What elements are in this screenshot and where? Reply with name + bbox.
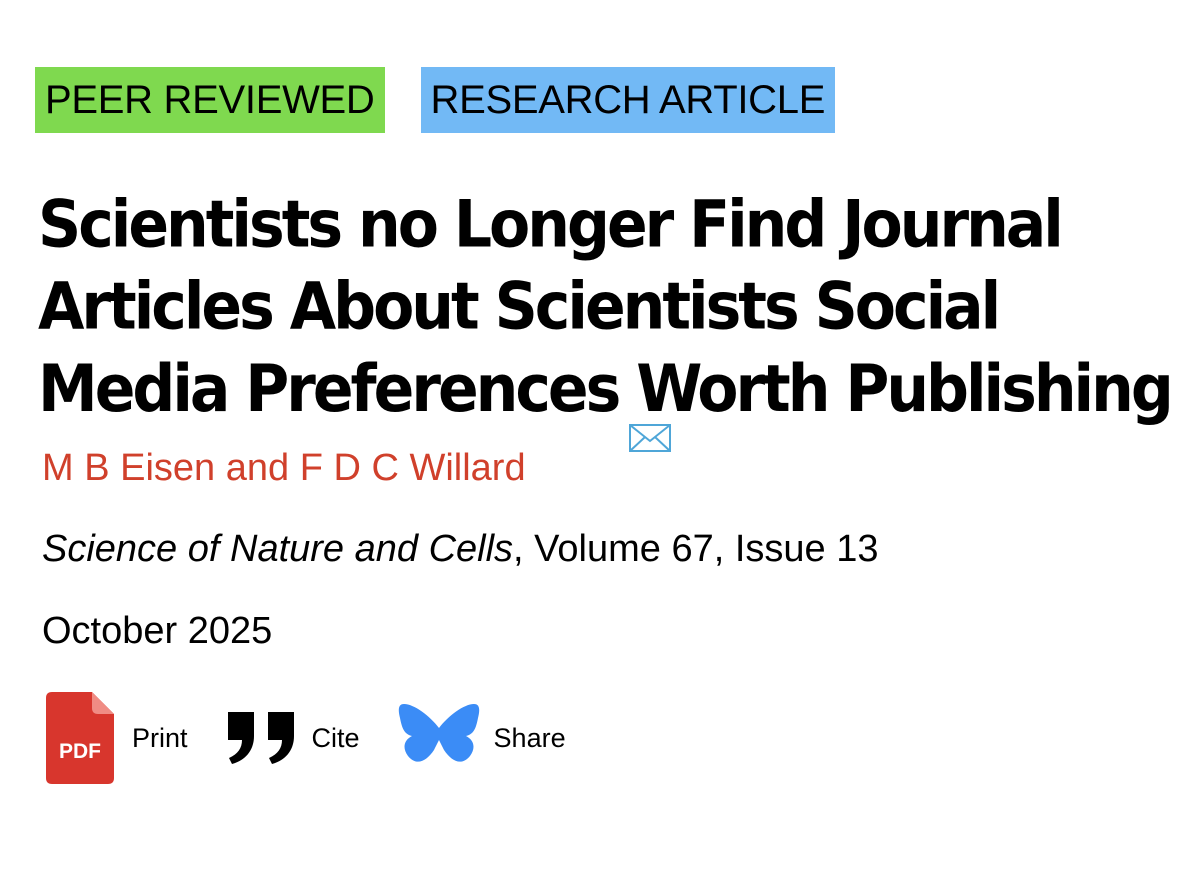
share-label: Share <box>493 722 566 753</box>
article-tags: PEER REVIEWED RESEARCH ARTICLE <box>35 67 836 133</box>
quote-icon <box>227 712 294 764</box>
research-article-badge: RESEARCH ARTICLE <box>420 67 836 133</box>
butterfly-icon <box>398 704 479 762</box>
volume-issue: , Volume 67, Issue 13 <box>513 528 879 570</box>
cite-label: Cite <box>311 722 360 753</box>
peer-reviewed-badge: PEER REVIEWED <box>35 67 385 133</box>
journal-name: Science of Nature and Cells <box>42 528 514 570</box>
print-label: Print <box>132 722 188 753</box>
article-title: Scientists no Longer Find Journal Articl… <box>38 187 1174 427</box>
pdf-badge-text: PDF <box>59 740 101 763</box>
cite-button[interactable]: Cite <box>226 710 360 766</box>
authors-link[interactable]: M B Eisen and F D C Willard <box>42 447 526 489</box>
email-icon[interactable] <box>628 423 672 453</box>
author-line: M B Eisen and F D C Willard <box>42 424 671 491</box>
journal-citation: Science of Nature and Cells, Volume 67, … <box>42 526 878 572</box>
article-actions: PDF Print Cite Share <box>46 692 604 784</box>
print-button[interactable]: PDF Print <box>46 692 188 784</box>
share-button[interactable]: Share <box>398 702 566 774</box>
publication-date: October 2025 <box>42 610 273 652</box>
pdf-icon: PDF <box>46 692 114 784</box>
